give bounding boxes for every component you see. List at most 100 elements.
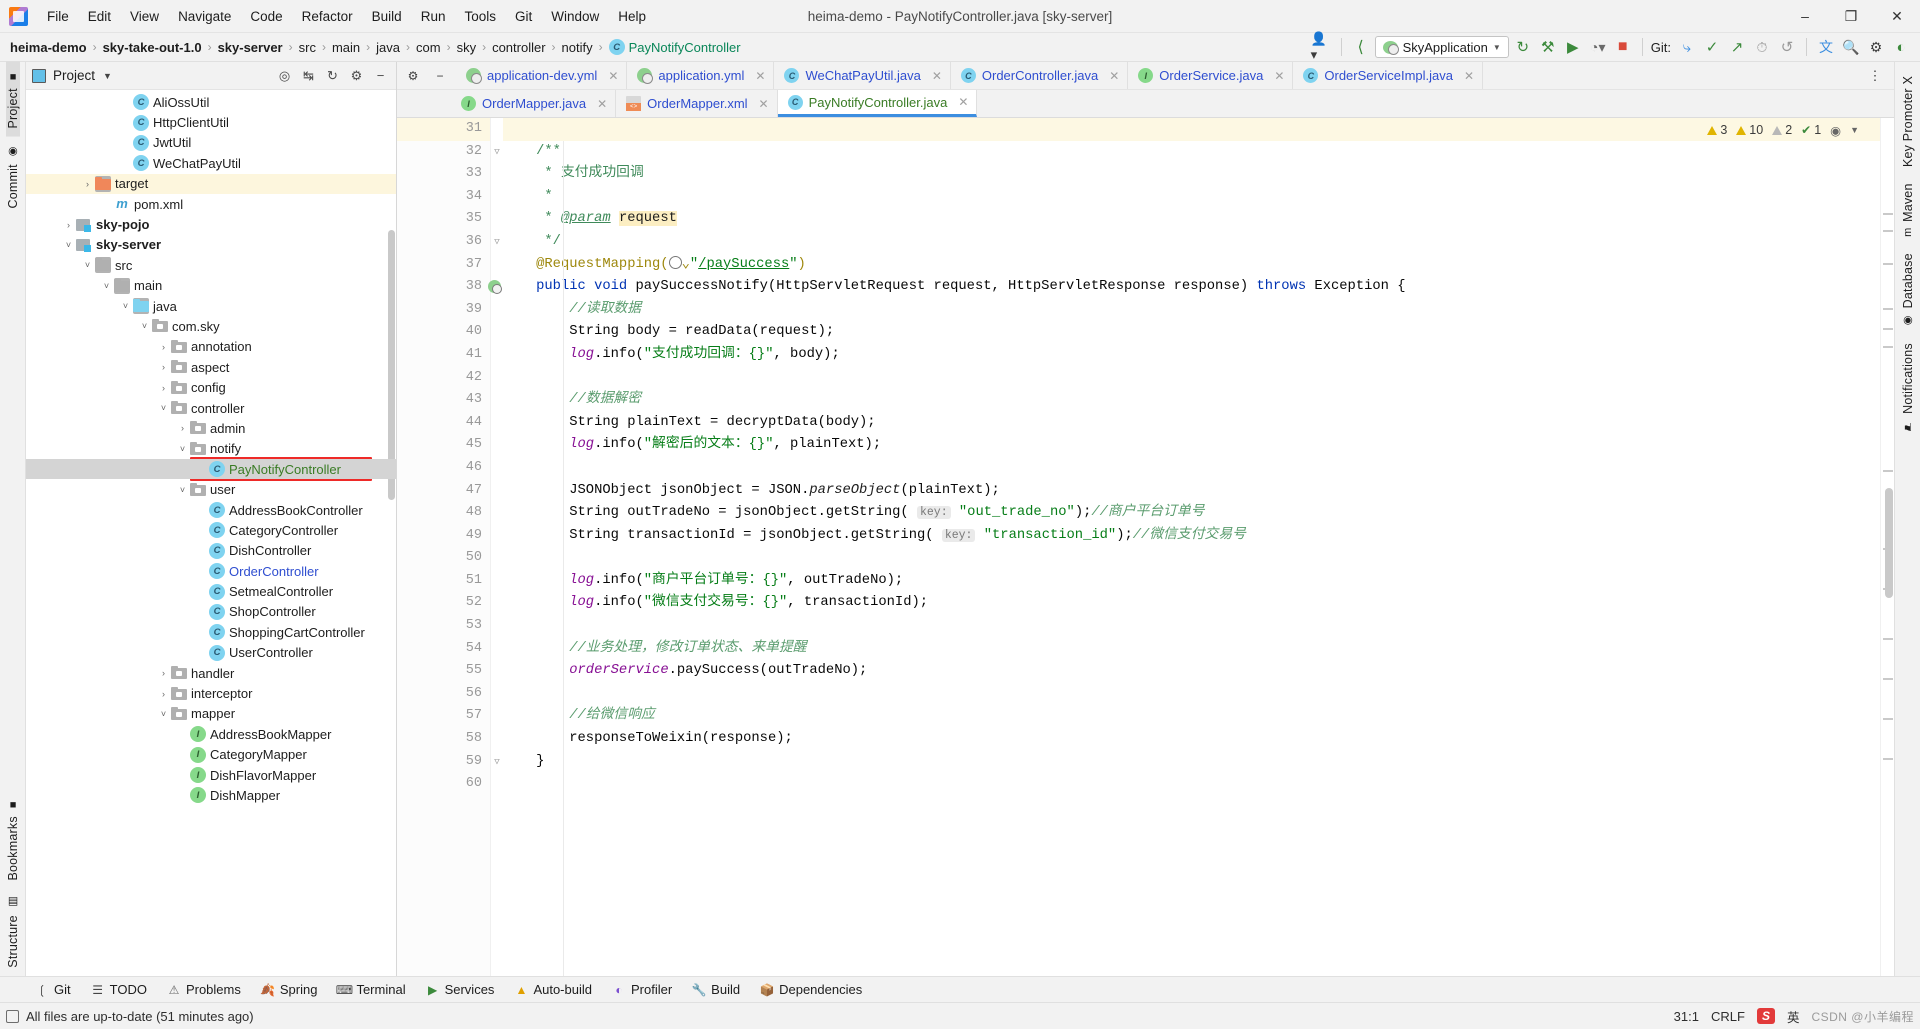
- tree-item-pom-xml[interactable]: ›m pom.xml: [26, 194, 396, 214]
- code-line[interactable]: //数据解密: [503, 389, 1880, 412]
- git-commit-icon[interactable]: ✓: [1701, 36, 1723, 58]
- tree-item-aliossutil[interactable]: ›CAliOssUtil: [26, 92, 396, 112]
- git-history-icon[interactable]: ⏱: [1751, 36, 1773, 58]
- bottom-tool-profiler[interactable]: ◐ Profiler: [603, 979, 681, 1000]
- line-number[interactable]: 49: [397, 525, 490, 548]
- code-line[interactable]: public void paySuccessNotify(HttpServlet…: [503, 276, 1880, 299]
- line-number[interactable]: 32 ▽: [397, 141, 500, 164]
- line-number-gutter[interactable]: 3132▽33343536▽3738▽394041424344454647484…: [397, 118, 502, 976]
- more-tabs-icon[interactable]: ⋮: [1864, 65, 1886, 87]
- code-line[interactable]: String body = readData(request);: [503, 321, 1880, 344]
- ime-badge[interactable]: S: [1756, 1008, 1775, 1024]
- chevron-right-icon[interactable]: ›: [156, 668, 171, 678]
- chevron-right-icon[interactable]: ›: [118, 97, 133, 107]
- code-line[interactable]: responseToWeixin(response);: [503, 728, 1880, 751]
- editor-tab-row-2[interactable]: I OrderMapper.java ✕ OrderMapper.xml ✕ C PayNo…: [397, 90, 1894, 118]
- web-mapping-icon[interactable]: [668, 255, 682, 269]
- code-line[interactable]: }: [503, 751, 1880, 774]
- debug-icon[interactable]: ⚒: [1537, 36, 1559, 58]
- code-line[interactable]: [503, 547, 1880, 570]
- chevron-right-icon[interactable]: ›: [61, 220, 76, 230]
- chevron-down-icon[interactable]: ˅: [99, 281, 114, 291]
- minimize-button[interactable]: –: [1782, 0, 1828, 33]
- editor-tab-orderservice-java[interactable]: I OrderService.java ✕: [1128, 62, 1294, 89]
- event-log-icon[interactable]: [6, 1009, 19, 1023]
- line-number[interactable]: 58: [397, 728, 490, 751]
- tree-item-wechatpayutil[interactable]: ›CWeChatPayUtil: [26, 153, 396, 173]
- inspection-highlight-level-icon[interactable]: ◉: [1830, 123, 1841, 138]
- chevron-down-icon[interactable]: ˅: [137, 321, 152, 331]
- menu-window[interactable]: Window: [542, 5, 608, 28]
- line-number[interactable]: 55: [397, 660, 490, 683]
- code-editor[interactable]: 3132▽33343536▽3738▽394041424344454647484…: [397, 118, 1894, 976]
- code-line[interactable]: [503, 118, 1880, 141]
- editor-hide-icon[interactable]: −: [431, 67, 449, 85]
- profile-icon[interactable]: ◔▾: [1587, 36, 1609, 58]
- code-line[interactable]: [503, 615, 1880, 638]
- tree-item-paynotifycontroller[interactable]: ›CPayNotifyController: [26, 459, 396, 480]
- chevron-right-icon[interactable]: ›: [175, 729, 190, 739]
- sidebar-tab-bookmarks[interactable]: Bookmarks ■: [6, 790, 20, 889]
- chevron-right-icon[interactable]: ›: [194, 546, 209, 556]
- bottom-tool-dependencies[interactable]: 📦 Dependencies: [751, 979, 871, 1000]
- menu-navigate[interactable]: Navigate: [169, 5, 240, 28]
- tree-item-dishmapper[interactable]: ›IDishMapper: [26, 785, 396, 805]
- inspection-errors[interactable]: 3: [1707, 123, 1727, 137]
- editor-tab-application-dev-yml[interactable]: application-dev.yml ✕: [456, 62, 628, 89]
- code-line[interactable]: //读取数据: [503, 299, 1880, 322]
- close-tab-icon[interactable]: ✕: [755, 69, 765, 83]
- breadcrumb-sky[interactable]: sky: [455, 38, 479, 57]
- code-line[interactable]: [503, 773, 1880, 796]
- close-button[interactable]: ✕: [1874, 0, 1920, 33]
- sidebar-tab-database[interactable]: ◉ Database: [1901, 245, 1915, 335]
- menu-tools[interactable]: Tools: [455, 5, 505, 28]
- code-line[interactable]: log.info("微信支付交易号：{}", transactionId);: [503, 592, 1880, 615]
- line-number[interactable]: 36 ▽: [397, 231, 500, 254]
- line-number[interactable]: 44: [397, 412, 490, 435]
- tree-item-usercontroller[interactable]: ›CUserController: [26, 643, 396, 663]
- line-number[interactable]: 38▽: [397, 276, 502, 299]
- chevron-right-icon[interactable]: ›: [80, 179, 95, 189]
- sidebar-tab-notifications[interactable]: ⚑ Notifications: [1901, 335, 1915, 441]
- menu-edit[interactable]: Edit: [79, 5, 120, 28]
- bottom-tool-todo[interactable]: ☰ TODO: [82, 979, 156, 1000]
- editor-tab-ordermapper-xml[interactable]: OrderMapper.xml ✕: [616, 90, 778, 117]
- line-number[interactable]: 54: [397, 638, 490, 661]
- tree-item-main[interactable]: ˅ main: [26, 276, 396, 296]
- sidebar-tab-project[interactable]: Project ■: [5, 62, 20, 137]
- back-arrow-icon[interactable]: ⟨: [1350, 36, 1372, 58]
- bottom-tool-problems[interactable]: ⚠ Problems: [158, 979, 250, 1000]
- chevron-right-icon[interactable]: ›: [175, 770, 190, 780]
- chevron-right-icon[interactable]: ›: [156, 689, 171, 699]
- git-rollback-icon[interactable]: ↺: [1776, 36, 1798, 58]
- line-number[interactable]: 33: [397, 163, 490, 186]
- chevron-right-icon[interactable]: ›: [99, 199, 114, 209]
- marker-tick[interactable]: [1883, 263, 1893, 265]
- chevron-down-icon[interactable]: ˅: [156, 403, 171, 413]
- code-line[interactable]: JSONObject jsonObject = JSON.parseObject…: [503, 480, 1880, 503]
- tree-item-admin[interactable]: › admin: [26, 418, 396, 438]
- close-tab-icon[interactable]: ✕: [958, 95, 968, 109]
- marker-tick[interactable]: [1883, 308, 1893, 310]
- editor-tab-orderserviceimpl-java[interactable]: C OrderServiceImpl.java ✕: [1293, 62, 1484, 89]
- close-tab-icon[interactable]: ✕: [597, 97, 607, 111]
- settings-gear-icon[interactable]: ⚙: [1865, 36, 1887, 58]
- chevron-down-icon[interactable]: ˅: [175, 485, 190, 495]
- chevron-right-icon[interactable]: ›: [194, 505, 209, 515]
- tree-item-setmealcontroller[interactable]: ›CSetmealController: [26, 581, 396, 601]
- chevron-right-icon[interactable]: ›: [156, 342, 171, 352]
- tree-item-annotation[interactable]: › annotation: [26, 337, 396, 357]
- sidebar-tab-maven[interactable]: m Maven: [1901, 175, 1915, 245]
- code-line[interactable]: [503, 683, 1880, 706]
- tree-item-java[interactable]: ˅ java: [26, 296, 396, 316]
- chevron-right-icon[interactable]: ›: [194, 607, 209, 617]
- code-line[interactable]: * @param request: [503, 208, 1880, 231]
- hide-panel-icon[interactable]: −: [371, 66, 390, 85]
- project-settings-gear-icon[interactable]: ⚙: [347, 66, 366, 85]
- chevron-right-icon[interactable]: ›: [194, 464, 209, 474]
- chevron-right-icon[interactable]: ›: [156, 362, 171, 372]
- locate-file-icon[interactable]: ◎: [275, 66, 294, 85]
- code-line[interactable]: [503, 367, 1880, 390]
- code-content[interactable]: /** * 支付成功回调 * * @param request */ @Requ…: [491, 118, 1880, 976]
- chevron-right-icon[interactable]: ›: [194, 566, 209, 576]
